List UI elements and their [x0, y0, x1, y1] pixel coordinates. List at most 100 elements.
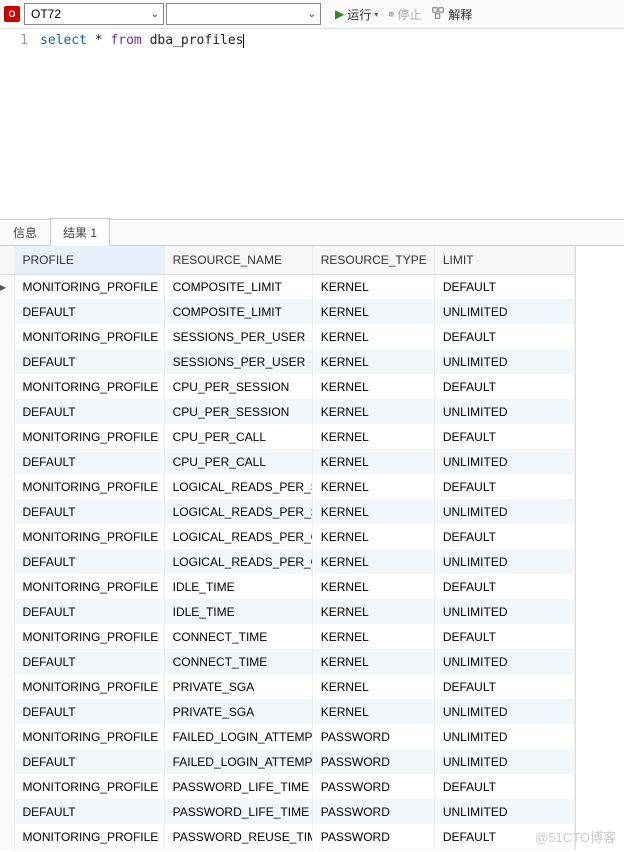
cell-limit[interactable]: DEFAULT: [434, 824, 574, 849]
run-button[interactable]: ▶ 运行 ▾: [331, 4, 382, 25]
table-row[interactable]: MONITORING_PROFILECPU_PER_SESSIONKERNELD…: [0, 374, 575, 399]
col-resource-name[interactable]: RESOURCE_NAME: [164, 246, 312, 274]
table-row[interactable]: DEFAULTSESSIONS_PER_USERKERNELUNLIMITED: [0, 349, 575, 374]
cell-type[interactable]: KERNEL: [312, 399, 434, 424]
table-row[interactable]: MONITORING_PROFILECONNECT_TIMEKERNELDEFA…: [0, 624, 575, 649]
cell-profile[interactable]: MONITORING_PROFILE: [14, 674, 164, 699]
cell-limit[interactable]: UNLIMITED: [434, 499, 574, 524]
editor-code[interactable]: select * from dba_profiles: [36, 29, 248, 219]
cell-type[interactable]: PASSWORD: [312, 774, 434, 799]
table-row[interactable]: DEFAULTLOGICAL_READS_PER_SESKERNELUNLIMI…: [0, 499, 575, 524]
cell-limit[interactable]: UNLIMITED: [434, 449, 574, 474]
cell-type[interactable]: KERNEL: [312, 649, 434, 674]
table-row[interactable]: MONITORING_PROFILELOGICAL_READS_PER_SESK…: [0, 474, 575, 499]
cell-type[interactable]: KERNEL: [312, 299, 434, 324]
cell-profile[interactable]: DEFAULT: [14, 399, 164, 424]
cell-limit[interactable]: DEFAULT: [434, 524, 574, 549]
tab-results[interactable]: 结果 1: [50, 218, 110, 246]
cell-profile[interactable]: MONITORING_PROFILE: [14, 624, 164, 649]
col-resource-type[interactable]: RESOURCE_TYPE: [312, 246, 434, 274]
col-profile[interactable]: PROFILE: [14, 246, 164, 274]
cell-type[interactable]: PASSWORD: [312, 749, 434, 774]
cell-profile[interactable]: DEFAULT: [14, 349, 164, 374]
cell-res[interactable]: SESSIONS_PER_USER: [164, 349, 312, 374]
cell-res[interactable]: LOGICAL_READS_PER_CAL: [164, 524, 312, 549]
cell-limit[interactable]: UNLIMITED: [434, 349, 574, 374]
cell-type[interactable]: KERNEL: [312, 274, 434, 299]
table-row[interactable]: MONITORING_PROFILEIDLE_TIMEKERNELDEFAULT: [0, 574, 575, 599]
cell-type[interactable]: KERNEL: [312, 324, 434, 349]
cell-res[interactable]: PRIVATE_SGA: [164, 699, 312, 724]
cell-limit[interactable]: DEFAULT: [434, 324, 574, 349]
table-row[interactable]: DEFAULTPASSWORD_REUSE_TIMEPASSWORDUNLIMI…: [0, 849, 575, 850]
table-row[interactable]: MONITORING_PROFILEPRIVATE_SGAKERNELDEFAU…: [0, 674, 575, 699]
cell-profile[interactable]: MONITORING_PROFILE: [14, 474, 164, 499]
cell-res[interactable]: PRIVATE_SGA: [164, 674, 312, 699]
stop-button[interactable]: ■ 停止: [384, 4, 425, 25]
cell-res[interactable]: PASSWORD_LIFE_TIME: [164, 799, 312, 824]
cell-profile[interactable]: DEFAULT: [14, 499, 164, 524]
cell-type[interactable]: PASSWORD: [312, 824, 434, 849]
cell-limit[interactable]: UNLIMITED: [434, 749, 574, 774]
cell-limit[interactable]: UNLIMITED: [434, 649, 574, 674]
cell-profile[interactable]: DEFAULT: [14, 799, 164, 824]
cell-res[interactable]: FAILED_LOGIN_ATTEMPTS: [164, 749, 312, 774]
cell-res[interactable]: PASSWORD_REUSE_TIME: [164, 849, 312, 850]
cell-type[interactable]: PASSWORD: [312, 799, 434, 824]
table-row[interactable]: MONITORING_PROFILEPASSWORD_REUSE_TIMEPAS…: [0, 824, 575, 849]
cell-type[interactable]: KERNEL: [312, 599, 434, 624]
cell-res[interactable]: CPU_PER_SESSION: [164, 399, 312, 424]
cell-res[interactable]: IDLE_TIME: [164, 574, 312, 599]
explain-button[interactable]: 解释: [427, 4, 476, 25]
cell-limit[interactable]: UNLIMITED: [434, 599, 574, 624]
table-row[interactable]: ▸MONITORING_PROFILECOMPOSITE_LIMITKERNEL…: [0, 274, 575, 299]
cell-limit[interactable]: UNLIMITED: [434, 549, 574, 574]
cell-type[interactable]: KERNEL: [312, 474, 434, 499]
cell-res[interactable]: LOGICAL_READS_PER_SES: [164, 499, 312, 524]
cell-limit[interactable]: UNLIMITED: [434, 299, 574, 324]
cell-res[interactable]: CONNECT_TIME: [164, 649, 312, 674]
cell-type[interactable]: KERNEL: [312, 499, 434, 524]
tab-info[interactable]: 信息: [0, 218, 50, 245]
cell-profile[interactable]: DEFAULT: [14, 299, 164, 324]
cell-type[interactable]: KERNEL: [312, 424, 434, 449]
cell-res[interactable]: CPU_PER_CALL: [164, 424, 312, 449]
cell-limit[interactable]: DEFAULT: [434, 274, 574, 299]
cell-type[interactable]: PASSWORD: [312, 724, 434, 749]
cell-profile[interactable]: MONITORING_PROFILE: [14, 724, 164, 749]
cell-res[interactable]: PASSWORD_LIFE_TIME: [164, 774, 312, 799]
cell-res[interactable]: LOGICAL_READS_PER_SES: [164, 474, 312, 499]
table-row[interactable]: DEFAULTFAILED_LOGIN_ATTEMPTSPASSWORDUNLI…: [0, 749, 575, 774]
cell-profile[interactable]: DEFAULT: [14, 549, 164, 574]
cell-limit[interactable]: DEFAULT: [434, 624, 574, 649]
cell-profile[interactable]: MONITORING_PROFILE: [14, 274, 164, 299]
cell-limit[interactable]: UNLIMITED: [434, 724, 574, 749]
cell-profile[interactable]: DEFAULT: [14, 749, 164, 774]
table-row[interactable]: DEFAULTPASSWORD_LIFE_TIMEPASSWORDUNLIMIT…: [0, 799, 575, 824]
cell-limit[interactable]: DEFAULT: [434, 774, 574, 799]
col-limit[interactable]: LIMIT: [434, 246, 574, 274]
cell-profile[interactable]: MONITORING_PROFILE: [14, 324, 164, 349]
result-grid[interactable]: PROFILE RESOURCE_NAME RESOURCE_TYPE LIMI…: [0, 246, 575, 850]
cell-limit[interactable]: DEFAULT: [434, 674, 574, 699]
table-row[interactable]: MONITORING_PROFILELOGICAL_READS_PER_CALK…: [0, 524, 575, 549]
table-row[interactable]: DEFAULTCOMPOSITE_LIMITKERNELUNLIMITED: [0, 299, 575, 324]
cell-res[interactable]: IDLE_TIME: [164, 599, 312, 624]
cell-profile[interactable]: DEFAULT: [14, 449, 164, 474]
cell-type[interactable]: KERNEL: [312, 699, 434, 724]
cell-limit[interactable]: DEFAULT: [434, 374, 574, 399]
cell-profile[interactable]: MONITORING_PROFILE: [14, 424, 164, 449]
cell-type[interactable]: KERNEL: [312, 549, 434, 574]
table-row[interactable]: DEFAULTCPU_PER_SESSIONKERNELUNLIMITED: [0, 399, 575, 424]
cell-res[interactable]: COMPOSITE_LIMIT: [164, 274, 312, 299]
cell-profile[interactable]: DEFAULT: [14, 849, 164, 850]
cell-limit[interactable]: DEFAULT: [434, 474, 574, 499]
cell-res[interactable]: COMPOSITE_LIMIT: [164, 299, 312, 324]
cell-profile[interactable]: MONITORING_PROFILE: [14, 574, 164, 599]
cell-res[interactable]: LOGICAL_READS_PER_CAL: [164, 549, 312, 574]
table-row[interactable]: MONITORING_PROFILEPASSWORD_LIFE_TIMEPASS…: [0, 774, 575, 799]
cell-profile[interactable]: DEFAULT: [14, 699, 164, 724]
cell-profile[interactable]: DEFAULT: [14, 649, 164, 674]
cell-limit[interactable]: UNLIMITED: [434, 799, 574, 824]
cell-type[interactable]: KERNEL: [312, 349, 434, 374]
